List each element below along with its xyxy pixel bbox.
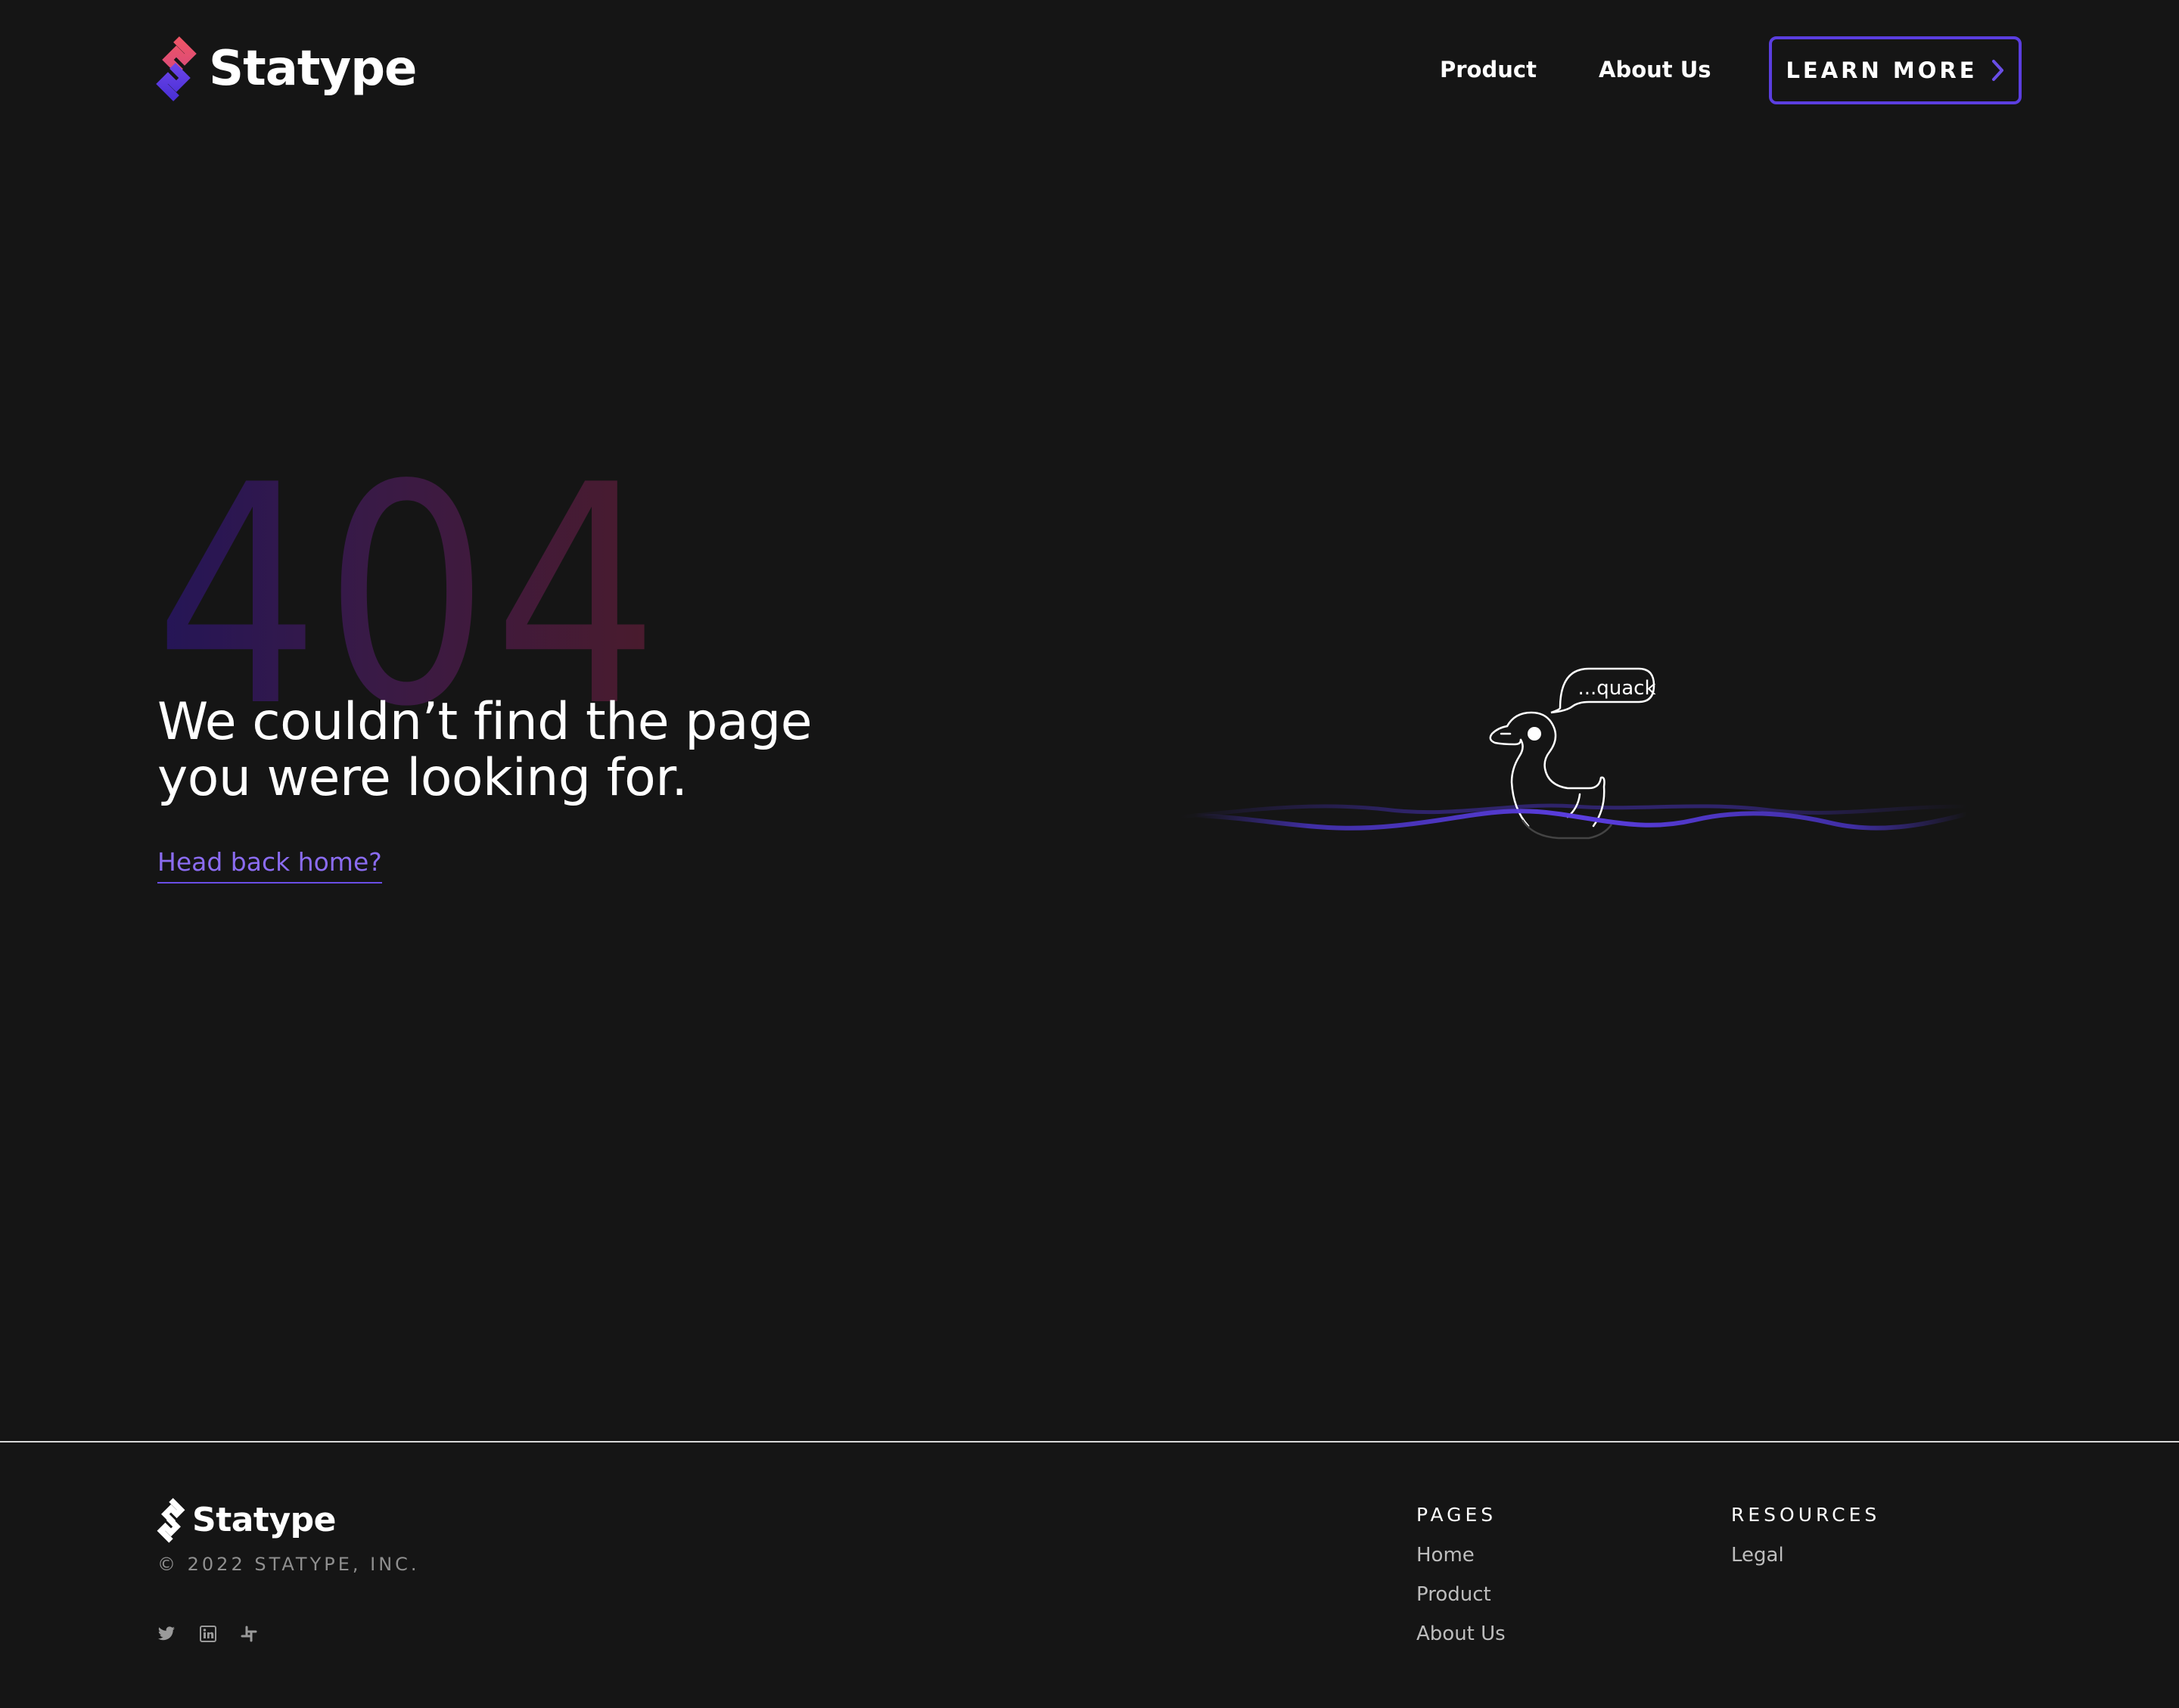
linkedin-glyph — [200, 1626, 216, 1642]
footer-link-product[interactable]: Product — [1416, 1581, 1491, 1608]
linkedin-icon[interactable] — [197, 1623, 219, 1644]
learn-more-label: LEARN MORE — [1786, 57, 1978, 83]
brand-logo[interactable]: Statype — [154, 36, 417, 101]
brand-name: Statype — [209, 41, 417, 97]
nav-product[interactable]: Product — [1440, 54, 1537, 85]
slack-icon[interactable] — [238, 1623, 260, 1644]
footer-link-legal[interactable]: Legal — [1731, 1542, 1784, 1569]
chevron-right-icon — [1991, 60, 2003, 81]
footer-divider — [0, 1441, 2179, 1442]
head-back-home-link[interactable]: Head back home? — [157, 846, 382, 884]
twitter-icon[interactable] — [156, 1623, 177, 1644]
footer-resources-heading: RESOURCES — [1731, 1504, 1881, 1526]
footer-logo-mark-icon — [157, 1498, 185, 1543]
footer-link-about-us[interactable]: About Us — [1416, 1620, 1506, 1647]
footer-brand-name: Statype — [192, 1501, 336, 1539]
twitter-glyph — [158, 1626, 175, 1641]
speech-bubble-text: ...quack — [1578, 677, 1656, 700]
footer-brand-logo[interactable]: Statype — [156, 1498, 336, 1543]
footer-pages-heading: PAGES — [1416, 1504, 1497, 1526]
error-headline: We couldn’t find the page you were looki… — [157, 694, 914, 806]
headline-line-2: you were looking for. — [157, 748, 688, 808]
logo-mark-icon — [156, 36, 197, 101]
page: Statype Product About Us LEARN MORE 404 … — [0, 0, 2179, 1708]
footer-link-home[interactable]: Home — [1416, 1542, 1475, 1569]
nav-about-us[interactable]: About Us — [1599, 54, 1711, 85]
duck-illustration: ...quack — [1165, 658, 1982, 855]
site-header: Statype Product About Us LEARN MORE — [0, 0, 2179, 139]
slack-glyph — [241, 1626, 257, 1642]
learn-more-button[interactable]: LEARN MORE — [1769, 36, 2022, 104]
headline-line-1: We couldn’t find the page — [157, 692, 813, 752]
copyright-text: © 2022 STATYPE, INC. — [157, 1554, 420, 1575]
